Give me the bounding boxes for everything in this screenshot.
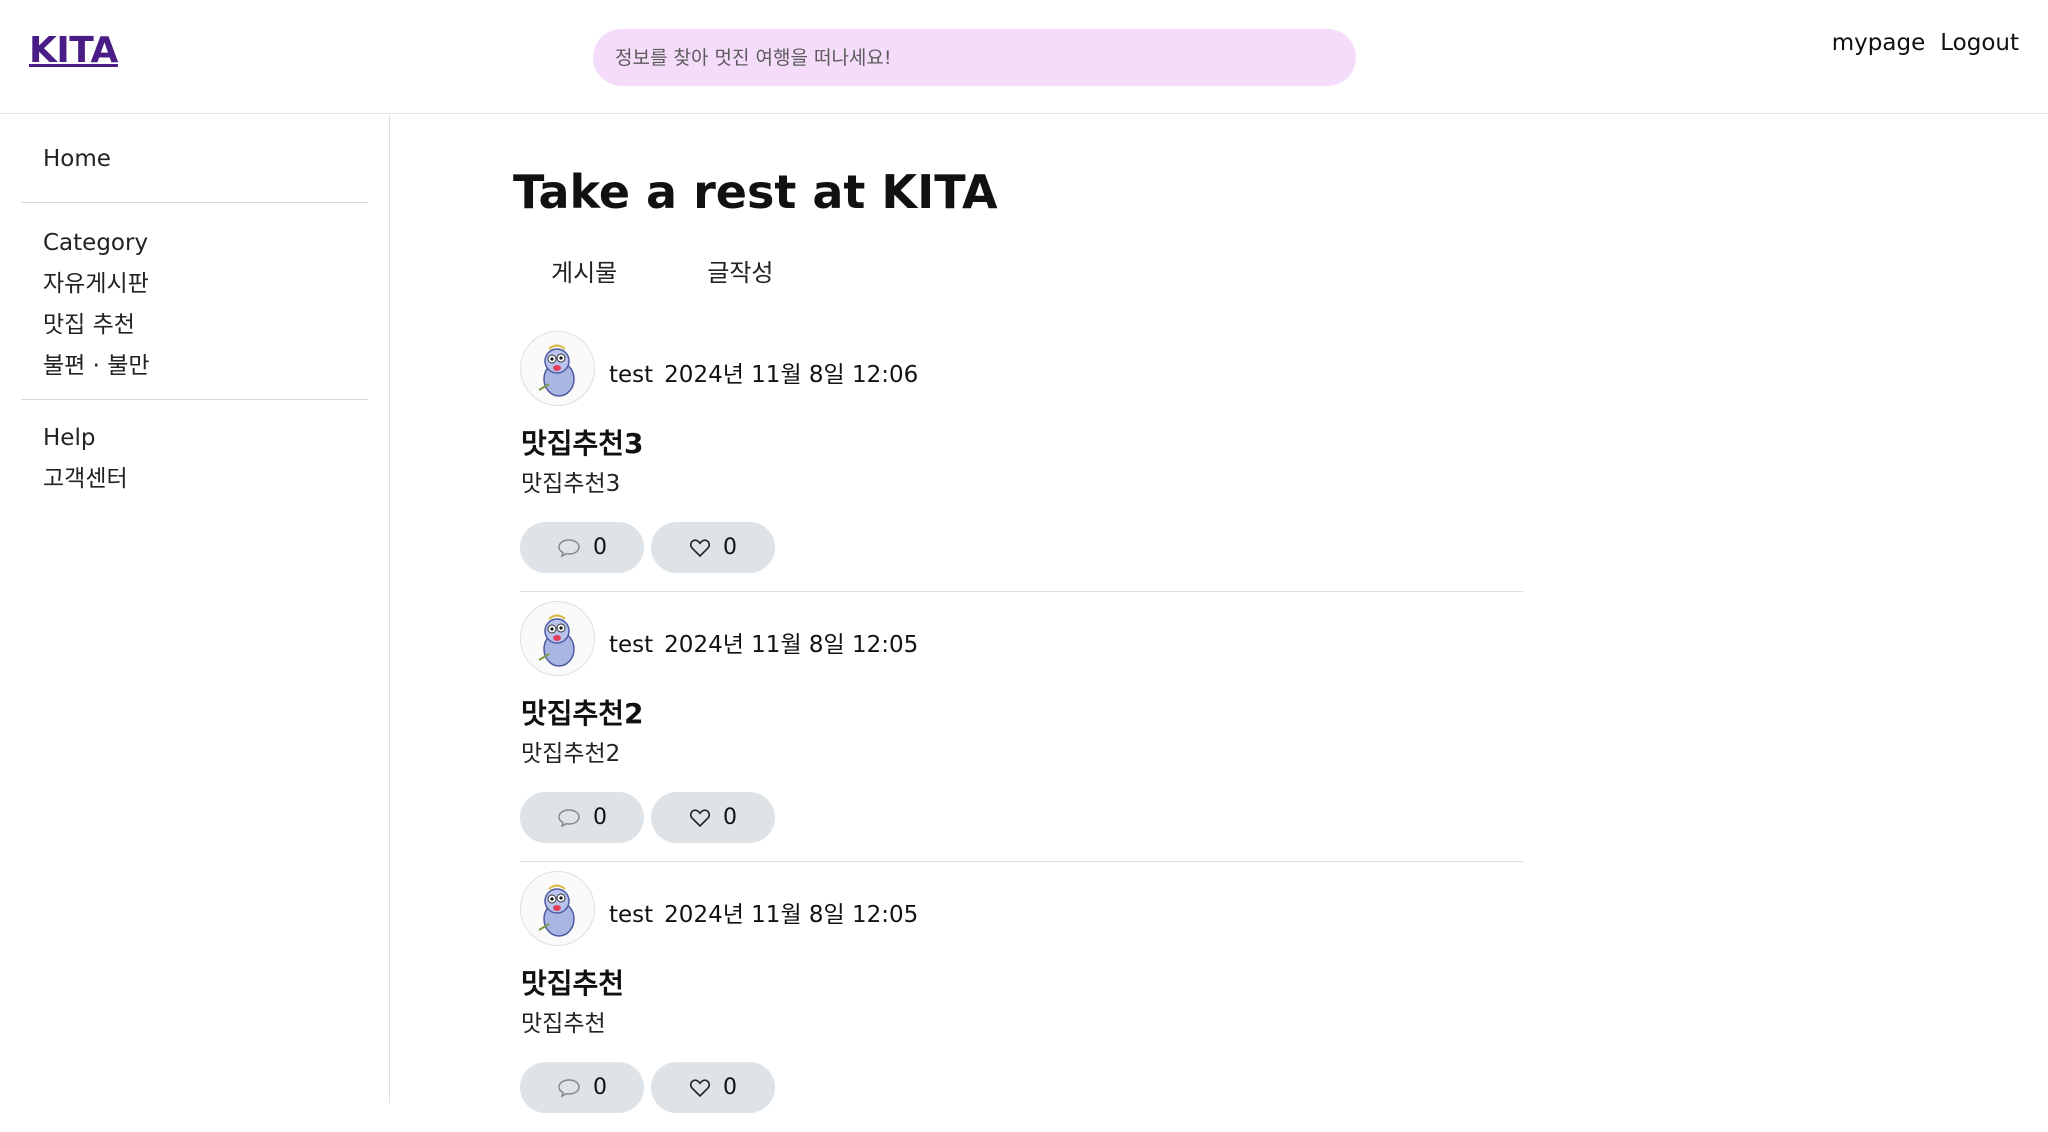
top-nav: mypage Logout: [1832, 30, 2019, 56]
post-title[interactable]: 맛집추천: [521, 962, 624, 1002]
post-item[interactable]: test 2024년 11월 8일 12:05 맛집추천 맛집추천 0 0: [520, 862, 1523, 1132]
sidebar-item-customer-center[interactable]: 고객센터: [43, 459, 389, 500]
tab-bar: 게시물 글작성: [551, 253, 774, 288]
comment-count: 0: [593, 805, 607, 830]
post-meta: test 2024년 11월 8일 12:05: [609, 895, 918, 929]
like-count: 0: [723, 535, 737, 560]
user-avatar-icon: [538, 614, 575, 667]
post-actions: 0 0: [520, 1062, 775, 1113]
heart-icon: [689, 808, 711, 827]
post-date: 2024년 11월 8일 12:05: [664, 632, 919, 658]
like-button[interactable]: 0: [651, 792, 775, 843]
post-body: 맛집추천2: [521, 741, 621, 767]
post-actions: 0 0: [520, 792, 775, 843]
like-button[interactable]: 0: [651, 1062, 775, 1113]
sidebar-item-complaint[interactable]: 불편 · 불만: [43, 346, 389, 387]
post-title[interactable]: 맛집추천2: [521, 692, 644, 732]
tab-write[interactable]: 글작성: [707, 253, 773, 288]
heart-icon: [689, 1078, 711, 1097]
logout-link[interactable]: Logout: [1940, 30, 2019, 56]
search-input[interactable]: [593, 29, 1356, 86]
post-meta: test 2024년 11월 8일 12:05: [609, 625, 918, 659]
comment-count: 0: [593, 535, 607, 560]
comment-button[interactable]: 0: [520, 1062, 644, 1113]
heart-icon: [689, 538, 711, 557]
user-avatar-icon: [538, 344, 575, 397]
comment-count: 0: [593, 1075, 607, 1100]
post-title[interactable]: 맛집추천3: [521, 422, 644, 462]
post-list: test 2024년 11월 8일 12:06 맛집추천3 맛집추천3 0 0: [520, 322, 1523, 1132]
post-item[interactable]: test 2024년 11월 8일 12:05 맛집추천2 맛집추천2 0 0: [520, 592, 1523, 862]
sidebar-item-restaurant[interactable]: 맛집 추천: [43, 305, 389, 346]
user-avatar-icon: [538, 884, 575, 937]
speech-bubble-icon: [558, 538, 580, 557]
comment-button[interactable]: 0: [520, 522, 644, 573]
top-header: KITA mypage Logout: [0, 0, 2048, 114]
post-item[interactable]: test 2024년 11월 8일 12:06 맛집추천3 맛집추천3 0 0: [520, 322, 1523, 592]
sidebar-item-home[interactable]: Home: [43, 139, 389, 180]
like-count: 0: [723, 805, 737, 830]
post-meta: test 2024년 11월 8일 12:06: [609, 355, 918, 389]
page-title: Take a rest at KITA: [513, 165, 998, 219]
avatar[interactable]: [520, 871, 595, 946]
speech-bubble-icon: [558, 808, 580, 827]
avatar[interactable]: [520, 601, 595, 676]
avatar[interactable]: [520, 331, 595, 406]
mypage-link[interactable]: mypage: [1832, 30, 1925, 56]
post-body: 맛집추천3: [521, 471, 621, 497]
post-date: 2024년 11월 8일 12:06: [664, 362, 919, 388]
like-button[interactable]: 0: [651, 522, 775, 573]
sidebar: Home Category 자유게시판 맛집 추천 불편 · 불만 Help 고…: [0, 115, 390, 1103]
post-author[interactable]: test: [609, 362, 653, 388]
speech-bubble-icon: [558, 1078, 580, 1097]
post-date: 2024년 11월 8일 12:05: [664, 902, 919, 928]
post-author[interactable]: test: [609, 632, 653, 658]
post-actions: 0 0: [520, 522, 775, 573]
post-body: 맛집추천: [521, 1011, 606, 1037]
like-count: 0: [723, 1075, 737, 1100]
tab-posts[interactable]: 게시물: [551, 253, 617, 288]
comment-button[interactable]: 0: [520, 792, 644, 843]
sidebar-heading-help: Help: [43, 425, 96, 451]
post-author[interactable]: test: [609, 902, 653, 928]
sidebar-heading-category: Category: [43, 230, 149, 256]
sidebar-item-free-board[interactable]: 자유게시판: [43, 264, 389, 305]
site-logo[interactable]: KITA: [29, 30, 118, 71]
